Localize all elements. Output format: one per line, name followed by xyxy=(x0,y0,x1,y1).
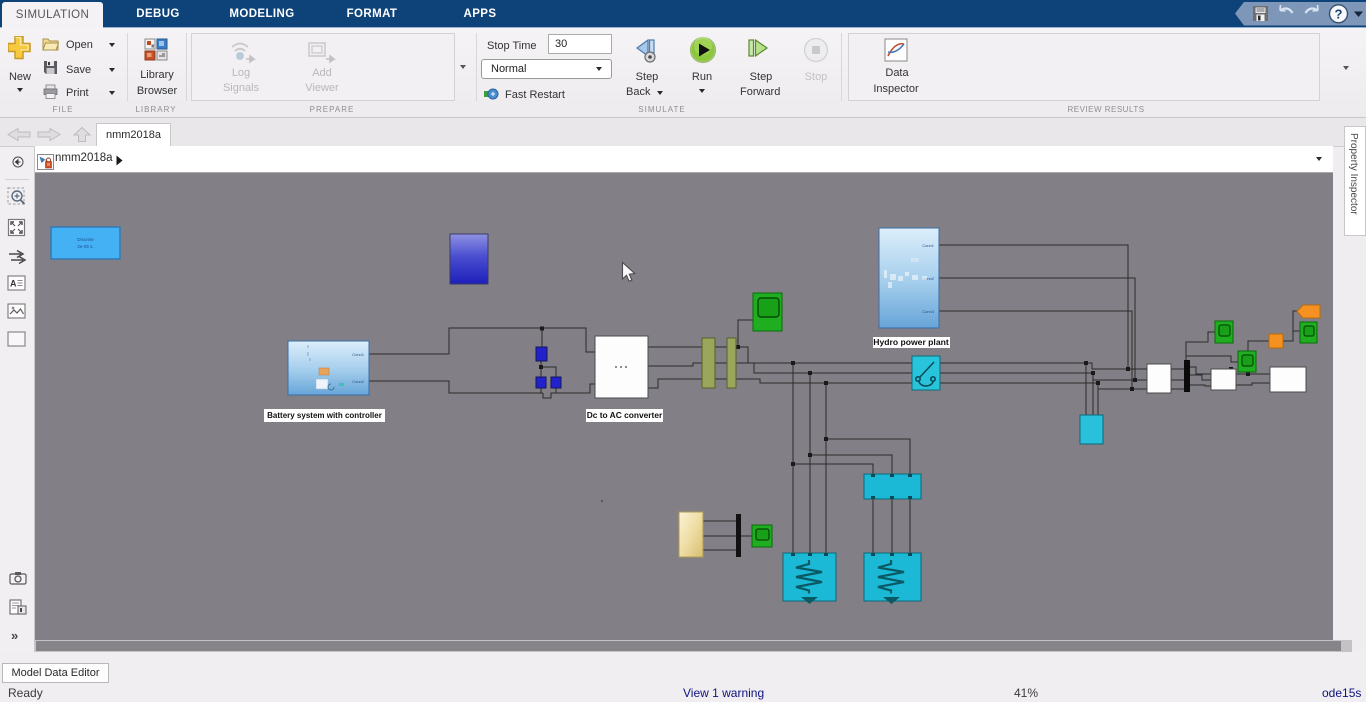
svg-text:Battery system with controller: Battery system with controller xyxy=(267,411,382,420)
svg-text:?: ? xyxy=(1335,7,1343,22)
svg-text:Conn1: Conn1 xyxy=(352,352,365,357)
svg-text:Conn2: Conn2 xyxy=(352,379,365,384)
svg-text:Hydro power plant: Hydro power plant xyxy=(873,337,949,347)
svg-text:Discrete: Discrete xyxy=(77,237,94,242)
svg-text:2e-05 s.: 2e-05 s. xyxy=(77,244,93,249)
svg-text:Dc to AC converter: Dc to AC converter xyxy=(587,410,663,420)
svg-text:Conn1: Conn1 xyxy=(922,243,935,248)
svg-text:Conn3: Conn3 xyxy=(922,309,935,314)
svg-text:A: A xyxy=(10,279,17,289)
